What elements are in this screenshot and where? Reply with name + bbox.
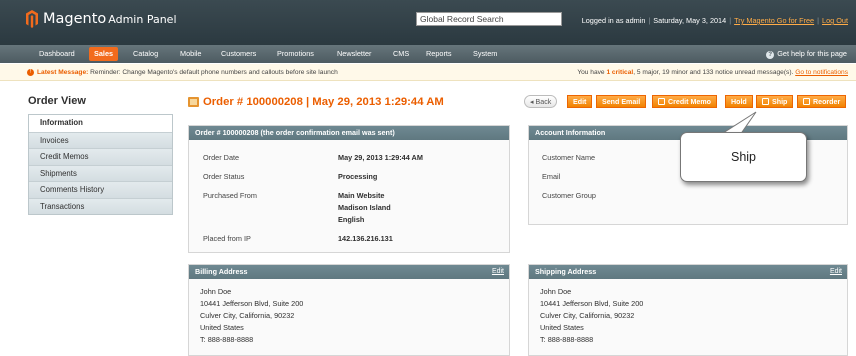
shipping-line-name: John Doe	[540, 287, 572, 296]
admin-header: Magento Admin Panel Global Record Search …	[0, 0, 856, 45]
header-user-info: Logged in as admin | Saturday, May 3, 2014…	[581, 16, 848, 25]
help-icon: ?	[766, 51, 775, 59]
header-date: Saturday, May 3, 2014	[653, 16, 727, 25]
critical-count: 1 critical	[606, 69, 634, 76]
main-nav: Dashboard Sales Catalog Mobile Customers…	[0, 45, 856, 63]
nav-dashboard[interactable]: Dashboard	[34, 47, 80, 61]
ship-label: Ship	[772, 98, 788, 106]
credit-memo-label: Credit Memo	[668, 98, 711, 106]
billing-address-title: Billing Address	[195, 267, 248, 276]
billing-line-street: 10441 Jefferson Blvd, Suite 200	[200, 299, 304, 308]
back-button-label: Back	[535, 98, 552, 106]
order-info-header: Order # 100000208 (the order confirmatio…	[189, 126, 509, 140]
tab-transactions[interactable]: Transactions	[29, 197, 172, 214]
nav-customers[interactable]: Customers	[216, 47, 261, 61]
message-text: Reminder: Change Magento's default phone…	[90, 69, 338, 76]
purchased-from-store: Madison Island	[338, 203, 391, 212]
placed-from-ip-value: 142.136.216.131	[338, 234, 393, 243]
logged-in-text: Logged in as admin	[581, 16, 646, 25]
billing-line-name: John Doe	[200, 287, 232, 296]
credit-memo-button[interactable]: Credit Memo	[652, 95, 717, 108]
shipping-address-title: Shipping Address	[535, 267, 597, 276]
customer-group-label: Customer Group	[542, 191, 596, 200]
billing-edit-link[interactable]: Edit	[492, 265, 504, 279]
email-label: Email	[542, 172, 561, 181]
magento-logo-icon	[26, 10, 38, 28]
credit-memo-icon	[658, 98, 665, 105]
shipping-line-street: 10441 Jefferson Blvd, Suite 200	[540, 299, 644, 308]
nav-system[interactable]: System	[468, 47, 502, 61]
shipping-line-country: United States	[540, 323, 584, 332]
ship-callout: Ship	[680, 132, 807, 182]
nav-mobile[interactable]: Mobile	[175, 47, 207, 61]
logout-link[interactable]: Log Out	[822, 16, 848, 25]
help-link[interactable]: ? Get help for this page	[766, 47, 847, 61]
order-icon	[188, 97, 199, 107]
order-status-label: Order Status	[203, 172, 245, 181]
purchased-from-label: Purchased From	[203, 191, 257, 200]
callout-text: Ship	[730, 150, 757, 164]
nav-catalog[interactable]: Catalog	[128, 47, 163, 61]
order-view-tabs: Information Invoices Credit Memos Shipme…	[28, 114, 173, 215]
order-status-value: Processing	[338, 172, 378, 181]
shipping-line-city: Culver City, California, 90232	[540, 311, 635, 320]
help-label: Get help for this page	[777, 49, 847, 58]
magento-logo[interactable]: Magento Admin Panel	[26, 10, 177, 28]
order-date-value: May 29, 2013 1:29:44 AM	[338, 153, 423, 162]
page-title-text: Order # 100000208 | May 29, 2013 1:29:44…	[203, 96, 444, 108]
reorder-button[interactable]: Reorder	[797, 95, 847, 108]
nav-newsletter[interactable]: Newsletter	[332, 47, 376, 61]
notification-counts: , 5 major, 19 minor and 133 notice unrea…	[633, 69, 794, 76]
try-magento-link[interactable]: Try Magento Go for Free	[734, 16, 814, 25]
page-title: Order # 100000208 | May 29, 2013 1:29:44…	[188, 96, 444, 108]
logo-brand: Magento	[43, 11, 107, 27]
tab-information[interactable]: Information	[29, 115, 172, 132]
customer-name-label: Customer Name	[542, 153, 596, 162]
purchased-from-website: Main Website	[338, 191, 385, 200]
tab-shipments[interactable]: Shipments	[29, 164, 172, 181]
tab-comments-history[interactable]: Comments History	[29, 181, 172, 198]
notification-prefix: You have	[577, 69, 605, 76]
edit-button[interactable]: Edit	[567, 95, 593, 108]
nav-sales[interactable]: Sales	[89, 47, 119, 61]
reorder-label: Reorder	[813, 98, 841, 106]
billing-line-city: Culver City, California, 90232	[200, 311, 295, 320]
tab-credit-memos[interactable]: Credit Memos	[29, 148, 172, 165]
sidebar-title: Order View	[28, 95, 86, 107]
purchased-from-view: English	[338, 215, 365, 224]
tab-invoices[interactable]: Invoices	[29, 131, 172, 148]
message-label: Latest Message:	[37, 69, 89, 76]
notification-summary: You have 1 critical, 5 major, 19 minor a…	[577, 64, 848, 81]
system-message-bar: ! Latest Message: Reminder: Change Magent…	[0, 64, 856, 81]
send-email-button[interactable]: Send Email	[596, 95, 647, 108]
global-search-input[interactable]: Global Record Search	[416, 12, 562, 26]
ship-icon	[762, 98, 769, 105]
shipping-address-header: Shipping Address Edit	[529, 265, 847, 279]
placed-from-ip-label: Placed from IP	[203, 234, 251, 243]
logo-text: Magento Admin Panel	[43, 11, 177, 27]
reorder-icon	[803, 98, 810, 105]
shipping-edit-link[interactable]: Edit	[830, 265, 842, 279]
billing-line-phone: T: 888-888-8888	[200, 335, 254, 344]
billing-line-country: United States	[200, 323, 244, 332]
nav-cms[interactable]: CMS	[388, 47, 414, 61]
latest-message: ! Latest Message: Reminder: Change Magent…	[27, 64, 338, 81]
ship-button[interactable]: Ship	[756, 95, 794, 108]
nav-promotions[interactable]: Promotions	[272, 47, 319, 61]
logo-subtitle: Admin Panel	[108, 13, 177, 26]
shipping-line-phone: T: 888-888-8888	[540, 335, 594, 344]
alert-icon: !	[27, 68, 34, 76]
hold-button[interactable]: Hold	[725, 95, 753, 108]
order-date-label: Order Date	[203, 153, 240, 162]
nav-reports[interactable]: Reports	[421, 47, 457, 61]
notifications-link[interactable]: Go to notifications	[795, 69, 848, 76]
back-button[interactable]: ◂ Back	[524, 95, 558, 108]
billing-address-header: Billing Address Edit	[189, 265, 509, 279]
